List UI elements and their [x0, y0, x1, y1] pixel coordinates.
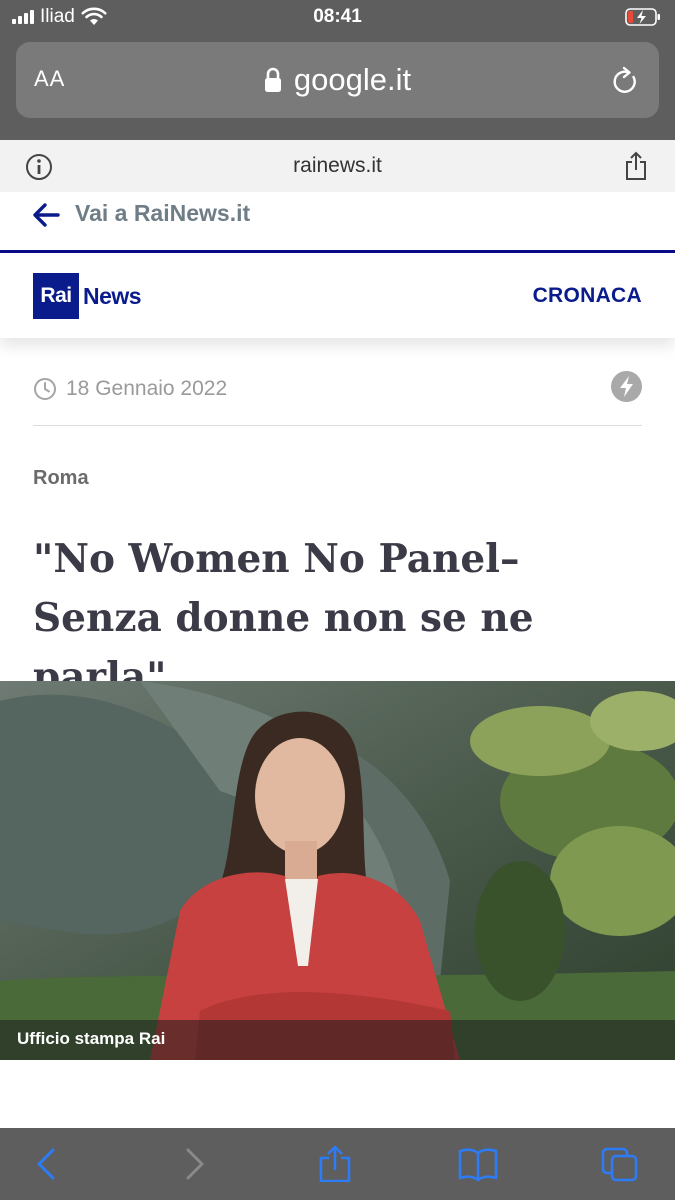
browser-toolbar	[0, 1128, 675, 1200]
logo-news-word: News	[83, 282, 142, 309]
site-header: Rai News CRONACA	[0, 256, 675, 338]
lock-icon	[264, 67, 281, 92]
status-time: 08:41	[313, 6, 362, 27]
reload-icon[interactable]	[611, 66, 639, 96]
clock-icon	[34, 378, 56, 400]
amp-domain: rainews.it	[293, 154, 382, 177]
address-bar[interactable]: AA google.it	[16, 42, 659, 118]
article-hero-image[interactable]: Ufficio stampa Rai	[0, 681, 675, 1060]
image-caption: Ufficio stampa Rai	[17, 1029, 166, 1048]
url-domain: google.it	[293, 62, 412, 97]
article-date: 18 Gennaio 2022	[66, 377, 228, 400]
share-icon[interactable]	[315, 1146, 355, 1182]
section-link-cronaca[interactable]: CRONACA	[533, 284, 642, 308]
back-to-site-link[interactable]: Vai a RaiNews.it	[75, 200, 250, 227]
bookmarks-icon[interactable]	[458, 1146, 498, 1182]
article-meta: 18 Gennaio 2022	[33, 371, 642, 426]
battery-charging-icon	[625, 8, 660, 26]
amp-viewer-bar: rainews.it	[0, 140, 675, 192]
rainews-logo[interactable]: Rai News	[33, 273, 142, 319]
status-bar: Iliad 08:41	[0, 0, 675, 34]
url-display[interactable]: google.it	[16, 62, 659, 98]
hero-photo	[0, 681, 675, 1060]
forward-icon[interactable]	[174, 1146, 214, 1182]
article-location: Roma	[33, 467, 89, 489]
logo-rai-mark: Rai	[33, 273, 79, 319]
tabs-icon[interactable]	[600, 1146, 640, 1182]
share-icon[interactable]	[624, 151, 648, 181]
back-to-site-bar[interactable]: Vai a RaiNews.it	[0, 192, 675, 253]
caption-bar: Ufficio stampa Rai	[0, 1020, 675, 1060]
back-icon[interactable]	[27, 1146, 67, 1182]
back-arrow-icon[interactable]	[32, 202, 60, 228]
flash-icon	[611, 371, 642, 402]
browser-top-chrome: Iliad 08:41 AA google.it	[0, 0, 675, 140]
